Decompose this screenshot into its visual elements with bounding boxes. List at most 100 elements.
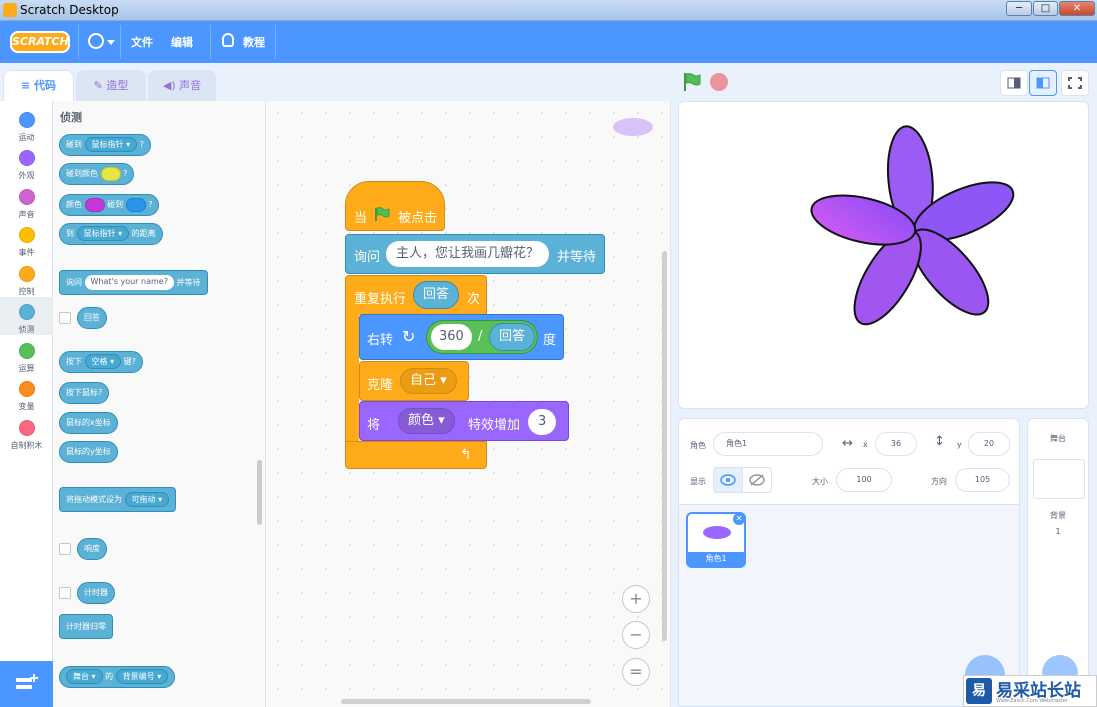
category-motion[interactable]: 运动 — [0, 105, 53, 143]
language-globe-icon[interactable] — [88, 33, 104, 49]
category-my-blocks[interactable]: 自制积木 — [0, 413, 53, 451]
color-swatch[interactable] — [100, 166, 121, 181]
close-window-button[interactable]: ✕ — [1059, 1, 1095, 16]
hide-sprite-toggle[interactable] — [742, 467, 772, 493]
stage-pane-title: 舞台 — [1050, 434, 1066, 443]
block-text: 鼠标的x坐标 — [66, 418, 111, 427]
ask-and-wait-block[interactable]: 询问 主人，您让我画几瓣花？ 并等待 — [345, 234, 605, 274]
block-distance-to[interactable]: 到 鼠标指针 ▾ 的距离 — [59, 223, 163, 245]
menu-edit[interactable]: 编辑 — [171, 34, 193, 50]
sprite-name-input[interactable]: 角色1 — [713, 432, 823, 456]
block-reset-timer[interactable]: 计时器归零 — [59, 614, 113, 639]
site-watermark: 易 易采站长站 Www.Easck.Com Webmaster — [963, 675, 1097, 707]
sprite-info: 角色 角色1 ↔ x 36 ↕ y 20 显示 大小 100 方向 105 — [679, 419, 1019, 505]
change-effect-block[interactable]: 将 颜色 ▾ 特效增加 3 — [359, 401, 569, 441]
minimize-button[interactable]: ─ — [1006, 1, 1032, 16]
maximize-button[interactable]: □ — [1033, 1, 1058, 16]
repeat-block[interactable]: 重复执行 回答 次 — [345, 275, 487, 315]
tab-code[interactable]: ≡ 代码 — [3, 70, 74, 101]
size-input[interactable]: 100 — [836, 468, 892, 492]
turn-right-block[interactable]: 右转 ↻ 360 / 回答 度 — [359, 314, 564, 360]
window-title: Scratch Desktop — [20, 3, 119, 17]
show-sprite-toggle[interactable] — [713, 467, 743, 493]
timer-monitor-checkbox[interactable] — [59, 587, 71, 599]
dropdown-effect-type[interactable]: 颜色 ▾ — [398, 408, 455, 434]
category-operators[interactable]: 运算 — [0, 336, 53, 374]
category-label: 控制 — [18, 287, 35, 296]
block-key-pressed[interactable]: 按下 空格 ▾ 键? — [59, 351, 143, 373]
small-stage-button[interactable] — [1000, 70, 1028, 96]
block-answer[interactable]: 回答 — [77, 307, 107, 329]
dropdown-value: 空格 — [91, 357, 108, 366]
menu-file[interactable]: 文件 — [131, 34, 153, 50]
tab-costumes[interactable]: ✎ 造型 — [76, 70, 146, 101]
block-backdrop-of[interactable]: 舞台 ▾ 的 背景编号 ▾ — [59, 666, 176, 688]
stage-target-pane[interactable]: 舞台 背景 1 — [1027, 418, 1089, 707]
block-set-drag-mode[interactable]: 将拖动模式设为 可拖动 ▾ — [59, 487, 177, 512]
ask-text-input[interactable]: What's your name? — [84, 275, 174, 290]
zoom-reset-button[interactable]: = — [622, 658, 650, 686]
sprite-card[interactable]: ✕ 角色1 — [686, 512, 746, 568]
number-input[interactable]: 360 — [431, 324, 472, 350]
block-touching-color[interactable]: 碰到颜色 ? — [59, 163, 135, 185]
block-color-touching-color[interactable]: 颜色 碰到 ? — [59, 194, 160, 216]
dropdown-key[interactable]: 空格 ▾ — [84, 354, 122, 369]
delete-sprite-icon[interactable]: ✕ — [733, 513, 745, 525]
block-touching[interactable]: 碰到 鼠标指针 ▾ ? — [59, 134, 151, 156]
category-label: 自制积木 — [10, 441, 43, 450]
answer-monitor-checkbox[interactable] — [59, 312, 71, 324]
dropdown-clone-target[interactable]: 自己 ▾ — [400, 368, 457, 394]
dropdown-touching-target[interactable]: 鼠标指针 ▾ — [84, 137, 138, 152]
divide-operator[interactable]: 360 / 回答 — [426, 320, 538, 354]
stop-icon[interactable] — [710, 73, 728, 91]
stage-header — [672, 63, 1097, 101]
y-position-input[interactable]: 20 — [968, 432, 1010, 456]
green-flag-icon[interactable] — [682, 72, 702, 92]
block-mouse-down[interactable]: 按下鼠标? — [59, 382, 110, 404]
workspace-horizontal-scrollbar[interactable] — [341, 699, 591, 704]
workspace-vertical-scrollbar[interactable] — [662, 251, 667, 641]
menu-tutorials[interactable]: 教程 — [243, 34, 265, 50]
dropdown-target-stage[interactable]: 舞台 ▾ — [66, 669, 103, 684]
dropdown-distance-target[interactable]: 鼠标指针 ▾ — [76, 226, 130, 241]
answer-reporter[interactable]: 回答 — [489, 323, 536, 351]
dropdown-drag-mode[interactable]: 可拖动 ▾ — [124, 492, 170, 507]
color-swatch[interactable] — [84, 197, 105, 212]
tab-sounds-label: 声音 — [179, 79, 202, 92]
fullscreen-button[interactable] — [1061, 70, 1089, 96]
palette-scrollbar[interactable] — [257, 460, 262, 525]
normal-stage-button[interactable] — [1029, 70, 1057, 96]
x-position-input[interactable]: 36 — [875, 432, 917, 456]
zoom-out-button[interactable]: − — [622, 621, 650, 649]
color-swatch[interactable] — [125, 197, 146, 212]
block-ask-and-wait[interactable]: 询问 What's your name? 并等待 — [59, 270, 208, 295]
ask-question-input[interactable]: 主人，您让我画几瓣花？ — [386, 241, 550, 267]
script-workspace[interactable]: 当 被点击 询问 主人，您让我画几瓣花？ 并等待 重复执行 回答 次 右转 ↻ … — [266, 101, 671, 707]
category-events[interactable]: 事件 — [0, 220, 53, 258]
dropdown-property[interactable]: 背景编号 ▾ — [115, 669, 169, 684]
block-mouse-y[interactable]: 鼠标的y坐标 — [59, 441, 118, 463]
tab-sounds[interactable]: ◀) 声音 — [148, 70, 216, 101]
block-text: 右转 — [367, 333, 394, 348]
category-control[interactable]: 控制 — [0, 259, 53, 297]
direction-input[interactable]: 105 — [955, 468, 1010, 492]
x-arrow-icon: ↔ — [842, 436, 853, 451]
zoom-in-button[interactable]: + — [622, 585, 650, 613]
category-sound[interactable]: 声音 — [0, 182, 53, 220]
answer-reporter[interactable]: 回答 — [413, 281, 460, 309]
category-variables[interactable]: 变量 — [0, 374, 53, 412]
block-timer[interactable]: 计时器 — [77, 582, 115, 604]
when-flag-clicked-block[interactable]: 当 被点击 — [345, 181, 445, 231]
scratch-logo[interactable]: SCRATCH — [10, 31, 70, 53]
category-looks[interactable]: 外观 — [0, 143, 53, 181]
category-sensing[interactable]: 侦测 — [0, 297, 53, 335]
add-extension-button[interactable] — [0, 661, 53, 707]
block-mouse-x[interactable]: 鼠标的x坐标 — [59, 412, 118, 434]
create-clone-block[interactable]: 克隆 自己 ▾ — [359, 361, 469, 401]
loudness-monitor-checkbox[interactable] — [59, 543, 71, 555]
category-dot — [18, 150, 35, 166]
effect-amount-input[interactable]: 3 — [528, 409, 557, 435]
stage-thumbnail[interactable] — [1033, 459, 1085, 499]
stage-canvas[interactable] — [678, 101, 1089, 409]
block-loudness[interactable]: 响度 — [77, 538, 107, 560]
